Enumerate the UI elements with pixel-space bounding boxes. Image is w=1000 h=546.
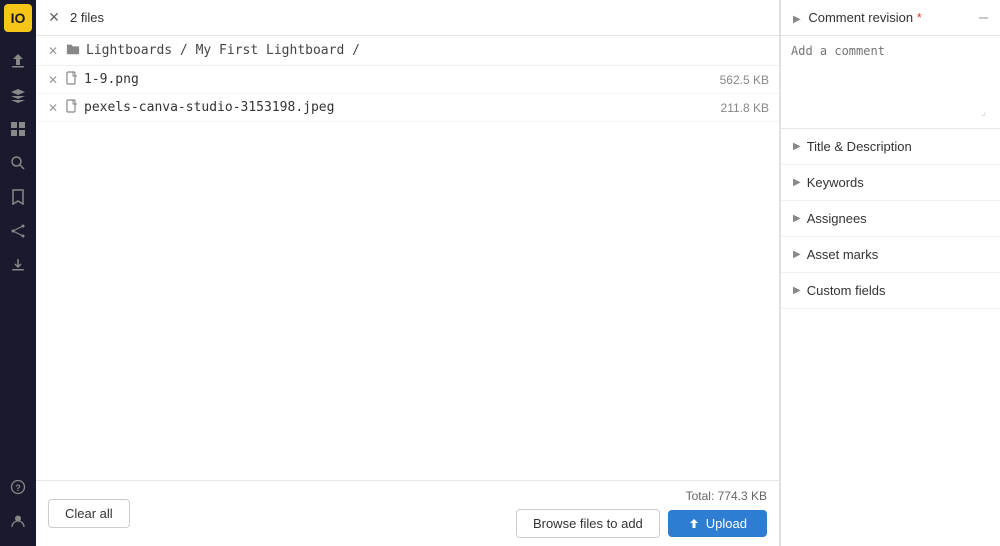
file-list: ✕ Lightboards / My First Lightboard / ✕ … — [36, 36, 779, 480]
file-1-size: 562.5 KB — [720, 73, 769, 87]
clear-all-button[interactable]: Clear all — [48, 499, 130, 528]
minimize-button[interactable]: – — [979, 10, 988, 26]
right-panel: ▶ Comment revision * – ⌟ ▶ Title & Descr… — [780, 0, 1000, 546]
chevron-right-icon: ▶ — [793, 213, 801, 224]
app-logo[interactable]: IO — [4, 4, 32, 32]
layers-icon[interactable] — [4, 81, 32, 109]
empty-space — [781, 309, 1000, 546]
accordion-header-custom-fields[interactable]: ▶ Custom fields — [781, 273, 1000, 308]
accordion-custom-fields: ▶ Custom fields — [781, 273, 1000, 309]
upload-icon[interactable] — [4, 47, 32, 75]
right-panel-header: ▶ Comment revision * – — [781, 0, 1000, 36]
file-1-name: 1-9.png — [84, 72, 714, 87]
accordion-header-assignees[interactable]: ▶ Assignees — [781, 201, 1000, 236]
logo-text: IO — [11, 10, 26, 26]
comment-area: ⌟ — [781, 36, 1000, 129]
table-row: ✕ 1-9.png 562.5 KB — [36, 66, 779, 94]
file-icon — [66, 99, 78, 116]
comment-input[interactable] — [791, 44, 990, 104]
search-icon[interactable] — [4, 149, 32, 177]
grid-icon[interactable] — [4, 115, 32, 143]
accordion-keywords: ▶ Keywords — [781, 165, 1000, 201]
upload-button[interactable]: Upload — [668, 510, 767, 537]
accordion-label: Keywords — [807, 175, 864, 190]
download-icon[interactable] — [4, 251, 32, 279]
upload-icon — [688, 518, 700, 530]
accordion-label: Asset marks — [807, 247, 879, 262]
file-2-close-button[interactable]: ✕ — [46, 101, 60, 115]
required-star: * — [917, 10, 922, 25]
folder-row: ✕ Lightboards / My First Lightboard / — [36, 36, 779, 66]
table-row: ✕ pexels-canva-studio-3153198.jpeg 211.8… — [36, 94, 779, 122]
accordion-header-title[interactable]: ▶ Title & Description — [781, 129, 1000, 164]
accordion-label: Title & Description — [807, 139, 912, 154]
chevron-right-icon: ▶ — [793, 177, 801, 188]
sidebar: IO ? — [0, 0, 36, 546]
upload-label: Upload — [706, 516, 747, 531]
footer-actions: Browse files to add Upload — [516, 509, 767, 538]
user-avatar[interactable] — [4, 507, 32, 535]
footer-right: Total: 774.3 KB Browse files to add Uplo… — [516, 489, 767, 538]
file-icon — [66, 71, 78, 88]
folder-path: Lightboards / My First Lightboard / — [86, 43, 769, 58]
accordion-asset-marks: ▶ Asset marks — [781, 237, 1000, 273]
folder-close-button[interactable]: ✕ — [46, 44, 60, 58]
accordion-title-description: ▶ Title & Description — [781, 129, 1000, 165]
total-label: Total: 774.3 KB — [516, 489, 767, 503]
help-icon[interactable]: ? — [4, 473, 32, 501]
footer-left: Clear all — [48, 499, 130, 528]
accordion-header-keywords[interactable]: ▶ Keywords — [781, 165, 1000, 200]
comment-arrow: ▶ — [793, 14, 801, 25]
chevron-right-icon: ▶ — [793, 285, 801, 296]
chevron-right-icon: ▶ — [793, 249, 801, 260]
main-footer: Clear all Total: 774.3 KB Browse files t… — [36, 480, 779, 546]
close-all-button[interactable]: ✕ — [46, 10, 62, 26]
file-2-name: pexels-canva-studio-3153198.jpeg — [84, 100, 715, 115]
folder-icon — [66, 42, 80, 59]
accordion-header-asset-marks[interactable]: ▶ Asset marks — [781, 237, 1000, 272]
svg-text:?: ? — [15, 483, 21, 493]
file-1-close-button[interactable]: ✕ — [46, 73, 60, 87]
browse-files-button[interactable]: Browse files to add — [516, 509, 660, 538]
comment-section-title: ▶ Comment revision * — [793, 10, 922, 25]
accordion-label: Assignees — [807, 211, 867, 226]
comment-section-label: Comment revision — [808, 10, 913, 25]
main-area: ✕ 2 files ✕ Lightboards / My First Light… — [36, 0, 780, 546]
accordion-label: Custom fields — [807, 283, 886, 298]
file-count-label: 2 files — [70, 10, 104, 25]
main-header: ✕ 2 files — [36, 0, 779, 36]
bookmark-icon[interactable] — [4, 183, 32, 211]
sidebar-bottom: ? — [4, 470, 32, 546]
accordion-assignees: ▶ Assignees — [781, 201, 1000, 237]
file-2-size: 211.8 KB — [721, 101, 769, 115]
share-icon[interactable] — [4, 217, 32, 245]
resize-handle: ⌟ — [791, 107, 990, 120]
chevron-right-icon: ▶ — [793, 141, 801, 152]
